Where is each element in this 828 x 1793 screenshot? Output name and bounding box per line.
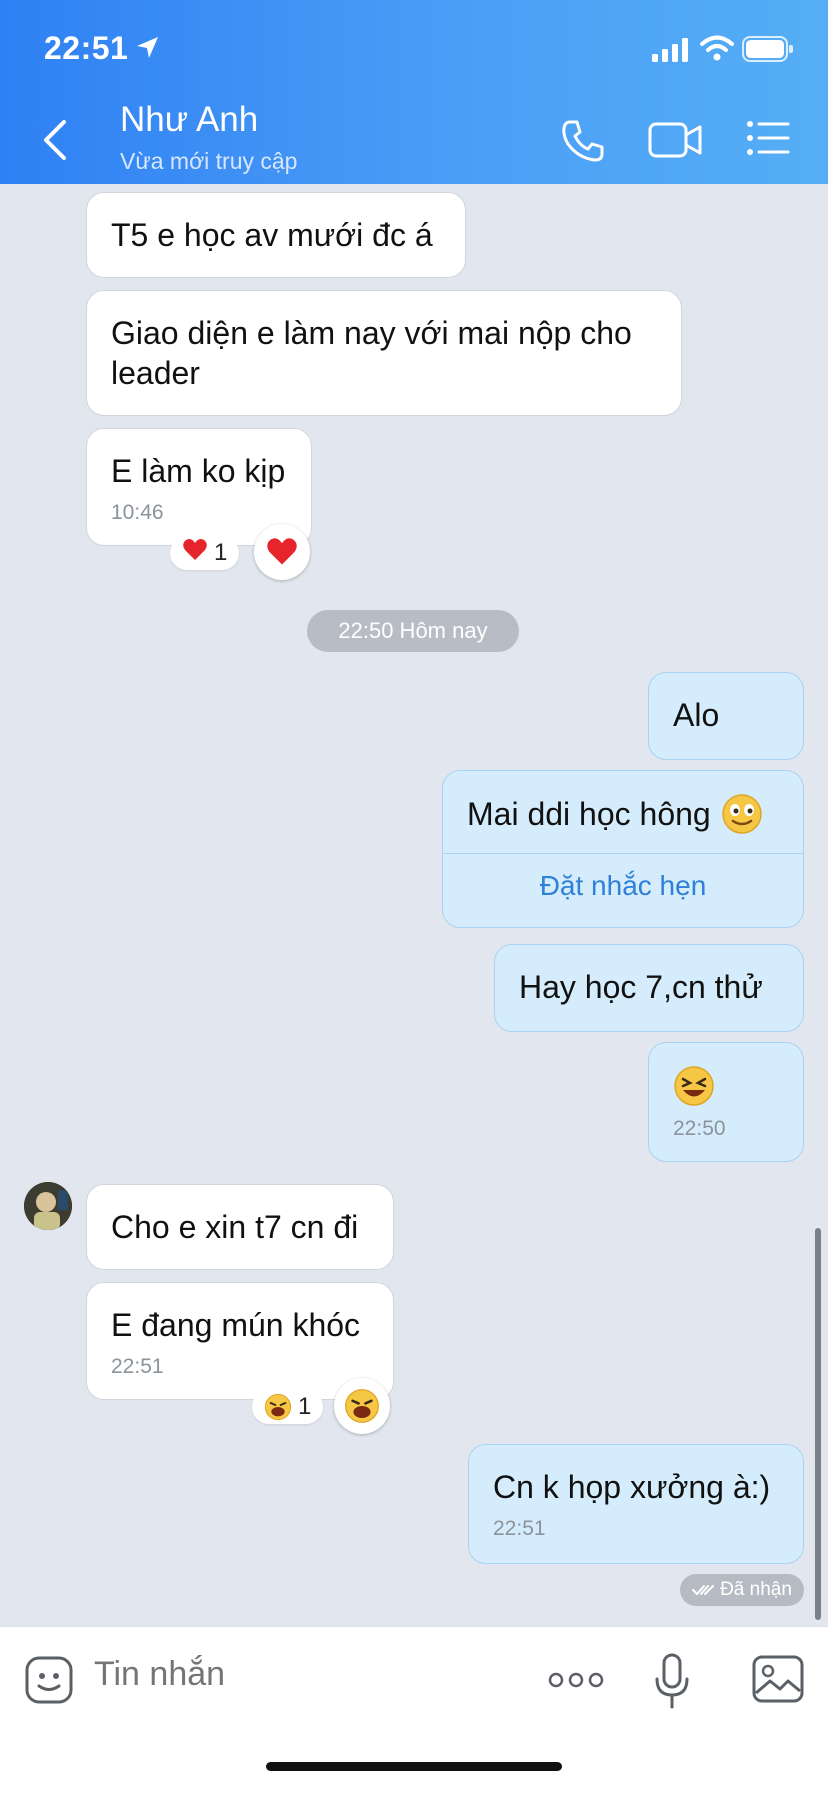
message-bubble-outgoing[interactable]: Cn k họp xưởng à:) 22:51: [468, 1444, 804, 1564]
back-icon[interactable]: [40, 118, 72, 162]
message-bubble-outgoing[interactable]: Alo: [648, 672, 804, 760]
crying-laugh-emoji-icon: [264, 1393, 292, 1421]
message-text: T5 e học av mưới đc á: [111, 217, 433, 253]
microphone-icon[interactable]: [654, 1653, 690, 1709]
message-bubble-outgoing[interactable]: Hay học 7,cn thử: [494, 944, 804, 1032]
date-divider: 22:50 Hôm nay: [307, 610, 519, 652]
battery-icon: [742, 36, 793, 62]
more-icon[interactable]: [548, 1669, 604, 1691]
message-bubble-incoming[interactable]: Giao diện e làm nay với mai nộp cho lead…: [86, 290, 682, 416]
wifi-icon: [700, 35, 734, 61]
message-text: Alo: [673, 697, 720, 733]
message-text: Giao diện e làm nay với mai nộp cho lead…: [111, 315, 632, 391]
message-bubble-outgoing[interactable]: Mai ddi học hông Đặt nhắc hẹn: [442, 770, 804, 928]
message-text: Hay học 7,cn thử: [519, 969, 763, 1005]
set-reminder-link[interactable]: Đặt nhắc hẹn: [443, 853, 803, 920]
message-time: 10:46: [111, 501, 164, 524]
heart-icon: [267, 538, 297, 565]
reaction-summary[interactable]: 1: [252, 1390, 324, 1424]
sticker-icon[interactable]: [24, 1655, 74, 1705]
delivery-status-text: Đã nhận: [720, 1579, 792, 1600]
location-arrow-icon: [137, 37, 158, 58]
message-text: Cho e xin t7 cn đi: [111, 1209, 359, 1245]
message-text: Mai ddi học hông: [467, 796, 711, 832]
message-input[interactable]: [94, 1655, 514, 1694]
chat-header: 22:51 Như Anh Vừa mới truy cập: [0, 0, 828, 184]
delivery-status: Đã nhận: [680, 1574, 804, 1606]
laughing-emoji-icon: [674, 1066, 714, 1106]
avatar[interactable]: [24, 1182, 72, 1230]
message-bubble-outgoing[interactable]: 22:50: [648, 1042, 804, 1162]
heart-reaction-icon: [182, 538, 208, 569]
message-text: E đang mún khóc: [111, 1307, 361, 1343]
avatar-image: [24, 1182, 72, 1230]
message-time: 22:51: [111, 1355, 164, 1378]
crying-laugh-emoji-icon: [345, 1389, 379, 1423]
message-time: 22:51: [493, 1517, 546, 1540]
smile-emoji-icon: [721, 794, 762, 834]
reaction-count: 1: [214, 539, 228, 566]
home-indicator[interactable]: [266, 1762, 562, 1771]
image-icon[interactable]: [752, 1655, 804, 1703]
reaction-count: 1: [298, 1393, 312, 1420]
contact-status: Vừa mới truy cập: [120, 148, 298, 174]
message-time: 22:50: [673, 1117, 726, 1140]
message-text: E làm ko kịp: [111, 453, 286, 489]
video-call-icon[interactable]: [648, 118, 702, 162]
message-bubble-incoming[interactable]: T5 e học av mưới đc á: [86, 192, 466, 278]
reaction-summary[interactable]: 1: [170, 536, 240, 570]
menu-icon[interactable]: [746, 118, 790, 158]
react-button[interactable]: [254, 524, 310, 580]
status-time: 22:51: [44, 30, 129, 66]
signal-icon: [652, 38, 688, 62]
react-button[interactable]: [334, 1378, 390, 1434]
message-text: Cn k họp xưởng à:): [493, 1469, 771, 1505]
scrollbar[interactable]: [815, 1228, 821, 1620]
contact-name[interactable]: Như Anh: [120, 100, 258, 140]
phone-icon[interactable]: [560, 118, 606, 164]
message-bubble-incoming[interactable]: Cho e xin t7 cn đi: [86, 1184, 394, 1270]
double-check-icon: [692, 1585, 715, 1596]
